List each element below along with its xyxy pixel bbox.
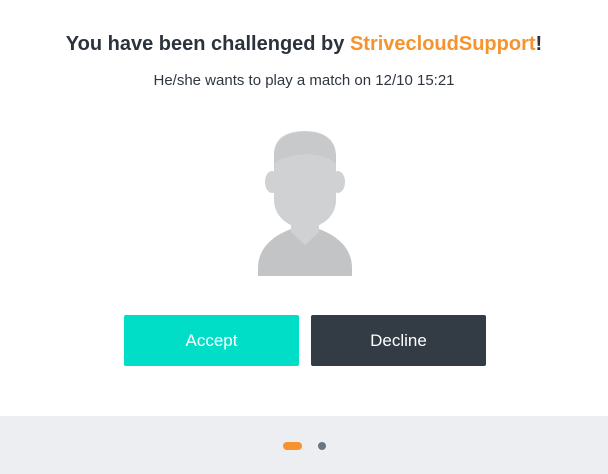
title-suffix: ! <box>535 33 543 55</box>
challenger-name: StrivecloudSupport <box>349 33 536 55</box>
accept-button[interactable]: Accept <box>124 315 299 366</box>
decline-button[interactable]: Decline <box>311 315 486 366</box>
avatar <box>250 128 360 280</box>
pager-footer <box>0 416 608 474</box>
pager-dot[interactable] <box>318 442 326 450</box>
user-silhouette-icon <box>258 131 352 276</box>
title-prefix: You have been challenged by <box>65 33 350 55</box>
pager-dot-active[interactable] <box>283 442 302 450</box>
challenge-subtitle: He/she wants to play a match on 12/10 15… <box>153 72 455 89</box>
challenge-title: You have been challenged by StrivecloudS… <box>0 33 608 56</box>
challenge-card: You have been challenged by StrivecloudS… <box>0 0 608 474</box>
